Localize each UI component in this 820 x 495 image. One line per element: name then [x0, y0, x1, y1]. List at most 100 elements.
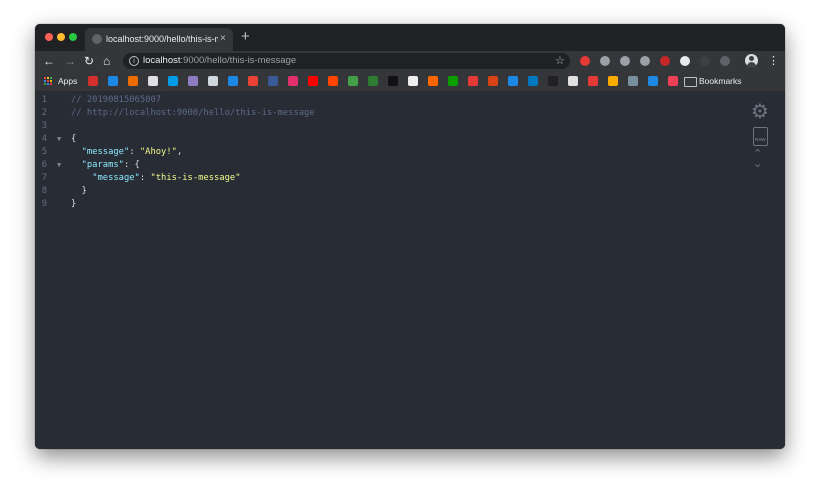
code-text: "params": {: [71, 159, 140, 172]
avatar-head: [749, 56, 754, 61]
bookmark-terminal-icon[interactable]: [548, 76, 558, 86]
bookmark-github-icon[interactable]: [208, 76, 218, 86]
token-punct: :: [129, 147, 140, 157]
tab-localhost[interactable]: localhost:9000/hello/this-is-me ×: [85, 28, 233, 51]
apps-dot: [44, 80, 46, 82]
bookmark-board-icon[interactable]: [528, 76, 538, 86]
raw-file-icon[interactable]: RAW: [753, 127, 768, 146]
code-line: 5 "message": "Ahoy!",: [35, 146, 735, 159]
bookmark-mag-icon[interactable]: [488, 76, 498, 86]
token-str: "Ahoy!": [139, 147, 177, 157]
bookmark-h-icon[interactable]: [188, 76, 198, 86]
bookmark-reddit-icon[interactable]: [328, 76, 338, 86]
address-bar[interactable]: i localhost:9000/hello/this-is-message ☆: [123, 53, 570, 69]
extension-white-icon[interactable]: [680, 56, 690, 66]
code-line: 7 "message": "this-is-message": [35, 172, 735, 185]
bookmark-analytics-icon[interactable]: [648, 76, 658, 86]
bookmark-figure-icon[interactable]: [148, 76, 158, 86]
avatar[interactable]: [745, 54, 758, 67]
url-text[interactable]: localhost:9000/hello/this-is-message: [143, 55, 296, 67]
bookmark-bucket-icon[interactable]: [228, 76, 238, 86]
extension-react-icon[interactable]: [640, 56, 650, 66]
maximize-window-button[interactable]: [69, 33, 77, 41]
token-punct: [71, 160, 82, 170]
extension-ublock-icon[interactable]: [660, 56, 670, 66]
bookmark-lens-icon[interactable]: [568, 76, 578, 86]
fold-toggle-icon[interactable]: ▼: [57, 159, 61, 172]
line-number: 5: [41, 147, 47, 157]
bookmark-s-icon[interactable]: [468, 76, 478, 86]
folder-icon[interactable]: [684, 77, 697, 87]
token-punct: [71, 147, 82, 157]
code-line: 6 ▼ "params": {: [35, 159, 735, 172]
bookmark-youtube-icon[interactable]: [308, 76, 318, 86]
apps-dot: [47, 80, 49, 82]
apps-grid-icon[interactable]: [44, 77, 53, 86]
chevron-down-icon[interactable]: ⌄: [753, 159, 762, 170]
globe-icon: [92, 34, 102, 44]
bookmark-star-icon[interactable]: ☆: [555, 54, 565, 68]
code-line: 4 ▼ {: [35, 133, 735, 146]
bookmark-chat-icon[interactable]: [348, 76, 358, 86]
bookmark-store-icon[interactable]: [628, 76, 638, 86]
browser-window: localhost:9000/hello/this-is-me × + ← → …: [35, 24, 785, 449]
extension-broadcast-icon[interactable]: [720, 56, 730, 66]
back-button[interactable]: ←: [43, 53, 55, 69]
extension-circle-icon[interactable]: [600, 56, 610, 66]
line-number: 1: [41, 95, 47, 105]
bookmark-gmail-icon[interactable]: [248, 76, 258, 86]
extension-red-icon[interactable]: [580, 56, 590, 66]
new-tab-button[interactable]: +: [241, 28, 250, 46]
apps-dot: [50, 80, 52, 82]
line-number: 9: [41, 199, 47, 209]
bookmark-chart-icon[interactable]: [608, 76, 618, 86]
token-punct: [71, 173, 92, 183]
extension-dark-icon[interactable]: [700, 56, 710, 66]
token-punct: : {: [123, 160, 140, 170]
bookmark-trello-icon[interactable]: [108, 76, 118, 86]
bookmark-green-icon[interactable]: [368, 76, 378, 86]
token-punct: }: [71, 199, 77, 209]
extension-vue-icon[interactable]: [620, 56, 630, 66]
bookmark-drop-icon[interactable]: [508, 76, 518, 86]
bookmark-pocket-icon[interactable]: [668, 76, 678, 86]
token-key: "params": [81, 160, 124, 170]
bookmark-shield-icon[interactable]: [88, 76, 98, 86]
bookmark-m-icon[interactable]: [588, 76, 598, 86]
bookmark-facebook-icon[interactable]: [268, 76, 278, 86]
code-text: // http://localhost:9000/hello/this-is-m…: [71, 107, 315, 120]
avatar-body: [747, 62, 756, 67]
bookmark-ycombinator-icon[interactable]: [428, 76, 438, 86]
token-key: "message": [92, 173, 140, 183]
bookmark-hex-icon[interactable]: [128, 76, 138, 86]
bookmark-dev-icon[interactable]: [388, 76, 398, 86]
code-line: 1 // 20190815065007: [35, 94, 735, 107]
line-number: 4: [41, 134, 47, 144]
bookmark-techcrunch-icon[interactable]: [448, 76, 458, 86]
forward-button[interactable]: →: [64, 53, 76, 69]
apps-dot: [50, 83, 52, 85]
line-number: 7: [41, 173, 47, 183]
url-host: localhost: [143, 55, 181, 66]
apps-label[interactable]: Apps: [58, 76, 77, 87]
reload-button[interactable]: ↻: [84, 53, 94, 69]
token-comment: // http://localhost:9000/hello/this-is-m…: [71, 108, 315, 118]
home-button[interactable]: ⌂: [103, 53, 110, 69]
close-icon[interactable]: ×: [220, 33, 226, 45]
json-viewer: 1 // 20190815065007 2 // http://localhost:9…: [35, 92, 785, 449]
apps-dot: [50, 77, 52, 79]
bookmark-instagram-icon[interactable]: [288, 76, 298, 86]
close-window-button[interactable]: [45, 33, 53, 41]
apps-dot: [44, 77, 46, 79]
gear-icon[interactable]: ⚙: [751, 100, 769, 122]
code-text: // 20190815065007: [71, 94, 161, 107]
bookmark-sync-icon[interactable]: [168, 76, 178, 86]
menu-icon[interactable]: ⋮: [768, 53, 779, 69]
info-icon[interactable]: i: [129, 56, 139, 66]
minimize-window-button[interactable]: [57, 33, 65, 41]
bookmark-ih-icon[interactable]: [408, 76, 418, 86]
apps-dot: [44, 83, 46, 85]
fold-toggle-icon[interactable]: ▼: [57, 133, 61, 146]
token-key: "message": [81, 147, 130, 157]
bookmarks-folder[interactable]: Bookmarks: [699, 76, 742, 87]
